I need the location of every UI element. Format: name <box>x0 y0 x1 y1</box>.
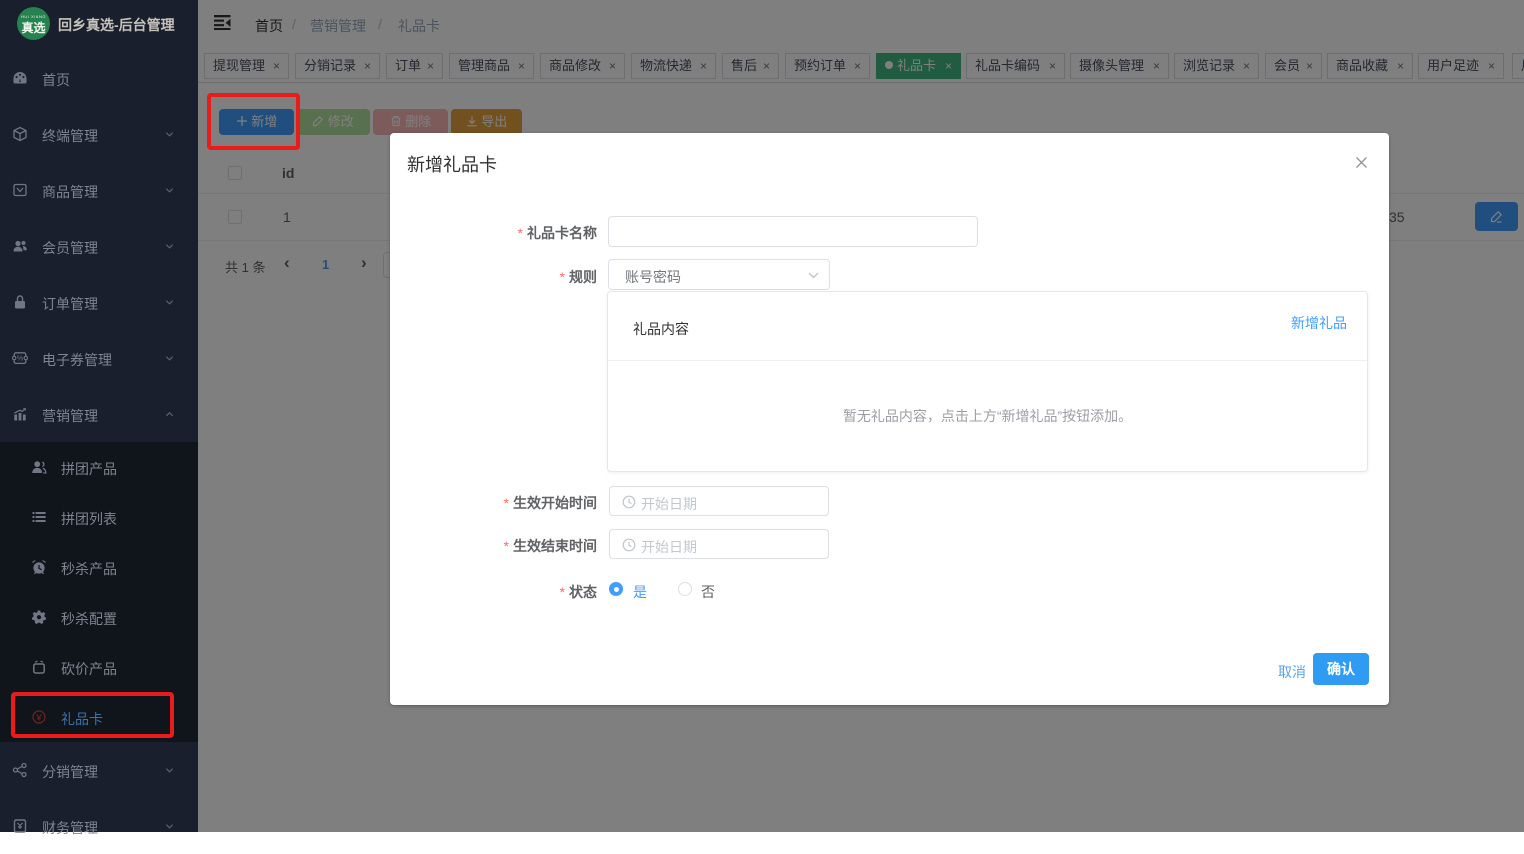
svg-text:%: % <box>17 356 23 363</box>
